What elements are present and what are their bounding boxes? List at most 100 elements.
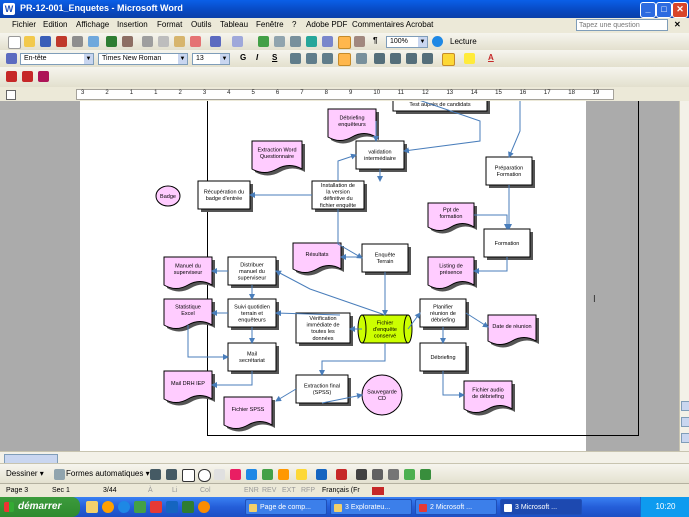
doc-listing[interactable]: Listing de présence (427, 256, 477, 292)
autoshapes-menu-button[interactable]: Formes automatiques ▾ (66, 469, 150, 478)
document-page[interactable]: Test auprès de candidats Débriefing enquêt… (80, 101, 639, 451)
horizontal-ruler[interactable]: 3 2 1 1 2 3 4 5 6 7 8 9 10 11 12 13 14 15 16 17 18 19 (76, 89, 614, 100)
shadow-icon[interactable] (404, 469, 415, 480)
doc-extraction_word[interactable]: Extraction Word Questionnaire (251, 140, 305, 176)
menu-tableau[interactable]: Tableau (220, 20, 248, 29)
increase-indent-icon[interactable] (422, 53, 433, 64)
pdf-review-icon[interactable] (38, 71, 49, 82)
hyperlink-icon[interactable] (258, 36, 269, 47)
circle-sauvegarde[interactable]: Sauvegarde CD (361, 374, 403, 416)
dash-style-icon[interactable] (372, 469, 383, 480)
undo-icon[interactable] (210, 36, 221, 47)
doc-resultats[interactable]: Résultats (292, 242, 344, 276)
node-debriefing[interactable]: Débriefing (419, 342, 469, 374)
arrow-style-icon[interactable] (388, 469, 399, 480)
doc-date[interactable]: Date de réunion (487, 314, 539, 348)
reading-mode-button[interactable]: Lecture (450, 37, 477, 46)
italic-button[interactable]: I (256, 53, 258, 62)
arrow-tool-icon[interactable] (166, 469, 177, 480)
print-preview-icon[interactable] (88, 36, 99, 47)
clock[interactable]: 10:20 (655, 502, 675, 511)
cut-icon[interactable] (142, 36, 153, 47)
save-icon[interactable] (40, 36, 51, 47)
next-page-icon[interactable] (681, 433, 689, 443)
node-install[interactable]: Installation de la version définitive du fi… (311, 180, 367, 212)
doc-mail_drh[interactable]: Mail DRH IEP (163, 370, 215, 406)
format-painter-icon[interactable] (190, 36, 201, 47)
show-paragraph-icon[interactable]: ¶ (373, 36, 377, 45)
borders-icon[interactable] (442, 53, 455, 66)
maximize-button[interactable]: □ (656, 2, 672, 18)
line-color-icon[interactable] (316, 469, 327, 480)
fill-color-icon[interactable] (296, 469, 307, 480)
badge-cloud[interactable]: Badge (155, 185, 181, 207)
menu-fenetre[interactable]: Fenêtre (256, 20, 284, 29)
browse-object-icon[interactable] (681, 417, 689, 427)
clipart-icon[interactable] (262, 469, 273, 480)
node-enquete[interactable]: Enquête Terrain (361, 243, 411, 275)
node-recup[interactable]: Récupération du badge d'entrée (197, 180, 253, 212)
oval-tool-icon[interactable] (198, 469, 211, 482)
quicklaunch-excel-icon[interactable] (182, 501, 194, 513)
decrease-indent-icon[interactable] (406, 53, 417, 64)
tables-borders-icon[interactable] (274, 36, 285, 47)
start-button[interactable]: démarrer (0, 497, 80, 517)
node-distribuer[interactable]: Distribuer manuel du superviseur (227, 256, 279, 288)
select-objects-icon[interactable] (54, 469, 65, 480)
menu-help[interactable]: ? (292, 20, 296, 29)
node-planifier[interactable]: Planifier réunion de débriefing (419, 298, 469, 330)
menu-format[interactable]: Format (157, 20, 182, 29)
status-language[interactable]: Français (Fr (322, 487, 360, 494)
style-select[interactable]: En-tête ▼ (20, 53, 94, 65)
font-select[interactable]: Times New Roman ▼ (98, 53, 188, 65)
doc-manuel_sup[interactable]: Manuel du superviseur (163, 256, 215, 292)
quicklaunch-explorer-icon[interactable] (86, 501, 98, 513)
node-validation[interactable]: validation intermédiaire (355, 140, 407, 172)
menu-fichier[interactable]: Fichier (12, 20, 36, 29)
quicklaunch-media-icon[interactable] (198, 501, 210, 513)
permission-icon[interactable] (56, 36, 67, 47)
quicklaunch-firefox-icon[interactable] (102, 501, 114, 513)
task-microsoft-3[interactable]: 3 Microsoft ... (500, 499, 582, 515)
document-map-icon[interactable] (354, 36, 365, 47)
tab-selector-icon[interactable] (6, 90, 16, 100)
styles-pane-icon[interactable] (6, 53, 17, 64)
line-spacing-icon[interactable] (356, 53, 367, 64)
minimize-button[interactable]: _ (640, 2, 656, 18)
open-folder-icon[interactable] (24, 36, 35, 47)
align-right-icon[interactable] (322, 53, 333, 64)
insert-excel-icon[interactable] (306, 36, 317, 47)
textbox-tool-icon[interactable] (214, 469, 225, 480)
node-suivi[interactable]: Suivi quotidien terrain et enquêteurs (227, 298, 279, 330)
line-style-icon[interactable] (356, 469, 367, 480)
drawing-icon[interactable] (338, 36, 351, 49)
diagram-icon[interactable] (246, 469, 257, 480)
columns-icon[interactable] (322, 36, 333, 47)
task-page-de-comp[interactable]: Page de comp... (245, 499, 327, 515)
highlight-icon[interactable] (464, 53, 475, 64)
doc-debriefing_enq[interactable]: Débriefing enquêteurs (327, 108, 379, 144)
help-icon[interactable] (432, 36, 443, 47)
convert-pdf-icon[interactable] (6, 71, 17, 82)
quicklaunch-pdf-icon[interactable] (150, 501, 162, 513)
quicklaunch-word-icon[interactable] (166, 501, 178, 513)
status-ext[interactable]: EXT (282, 487, 296, 494)
prev-page-icon[interactable] (681, 401, 689, 411)
vertical-scrollbar[interactable] (679, 101, 689, 451)
numbering-icon[interactable] (374, 53, 385, 64)
node-formation[interactable]: Formation (483, 228, 533, 260)
pdf-email-icon[interactable] (22, 71, 33, 82)
redo-icon[interactable] (232, 36, 243, 47)
research-icon[interactable] (122, 36, 133, 47)
text-color-icon[interactable] (336, 469, 347, 480)
new-document-icon[interactable] (8, 36, 21, 49)
rectangle-tool-icon[interactable] (182, 469, 195, 482)
paste-icon[interactable] (174, 36, 185, 47)
menu-edition[interactable]: Edition (43, 20, 67, 29)
insert-table-icon[interactable] (290, 36, 301, 47)
draw-menu-button[interactable]: Dessiner ▾ (6, 469, 44, 478)
spelling-icon[interactable] (106, 36, 117, 47)
bold-button[interactable]: G (240, 53, 246, 62)
line-tool-icon[interactable] (150, 469, 161, 480)
font-size-select[interactable]: 13 ▼ (192, 53, 230, 65)
